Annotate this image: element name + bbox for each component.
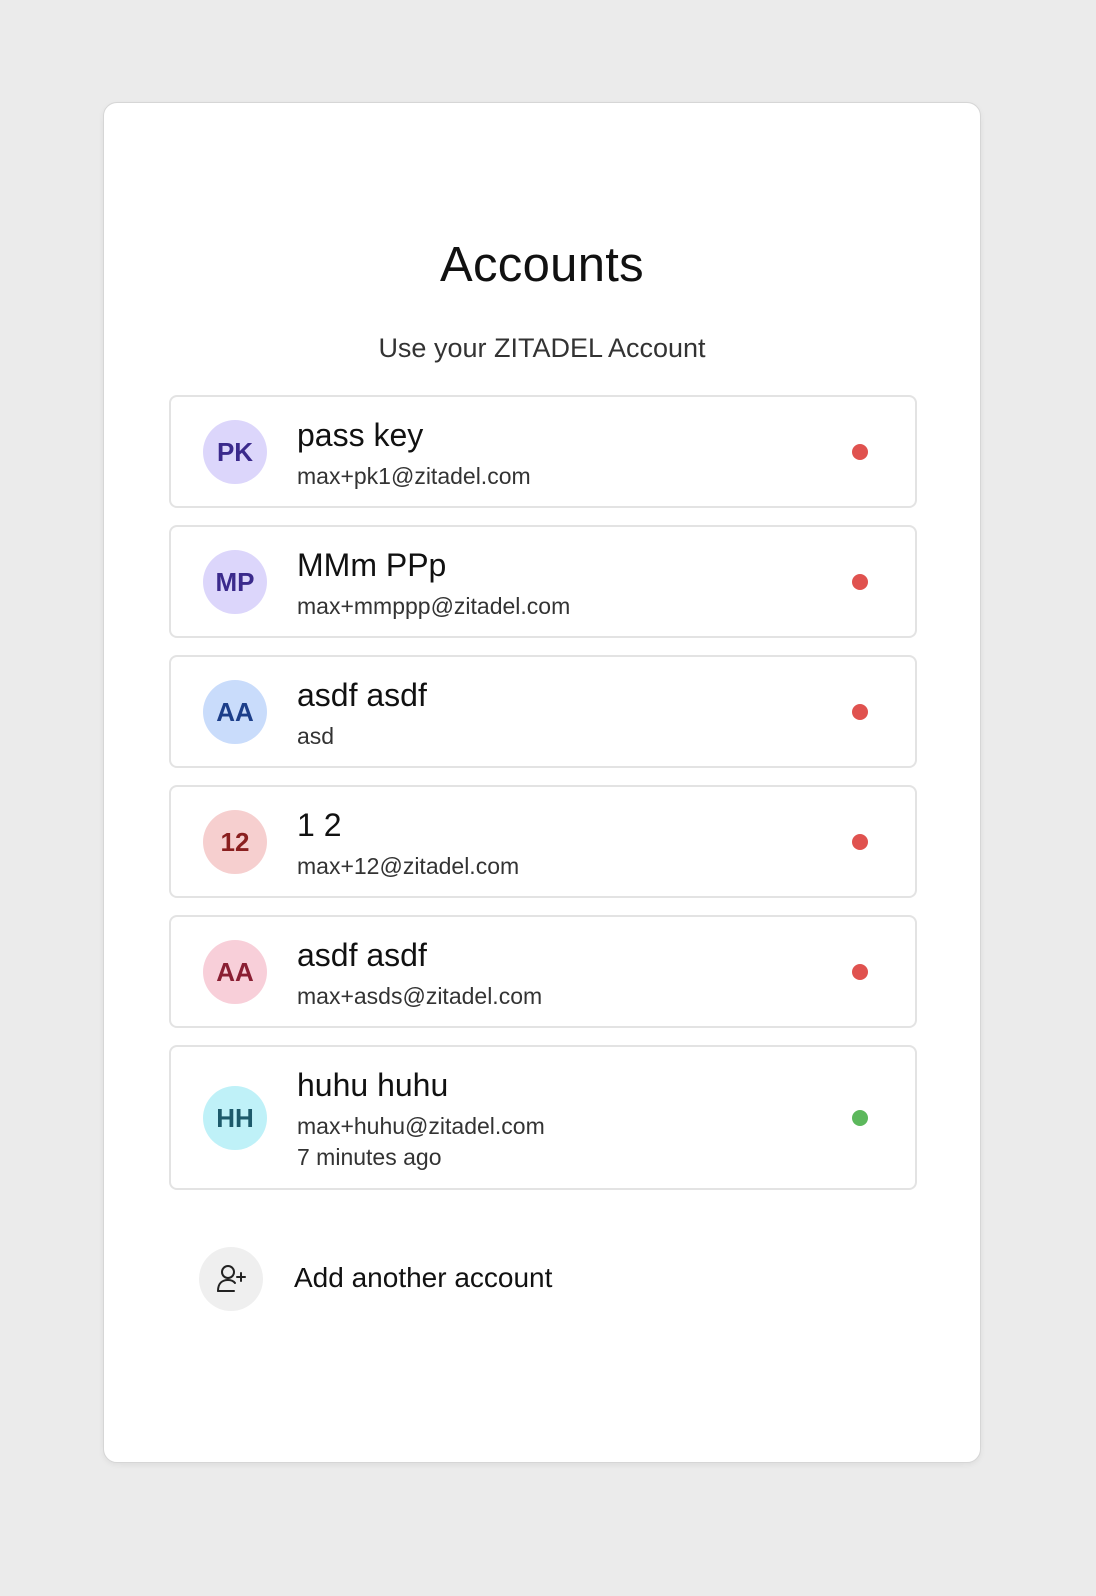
account-item[interactable]: HH huhu huhu max+huhu@zitadel.com 7 minutes… (169, 1045, 917, 1190)
account-email: max+mmppp@zitadel.com (297, 593, 571, 619)
account-item[interactable]: AA asdf asdf asd (169, 655, 917, 768)
account-name: huhu huhu (297, 1067, 449, 1103)
account-avatar: HH (203, 1086, 267, 1150)
session-status-indicator (852, 704, 868, 720)
account-avatar: 12 (203, 810, 267, 874)
account-name: MMm PPp (297, 547, 447, 583)
accounts-card: Accounts Use your ZITADEL Account PK pass… (103, 102, 981, 1463)
account-avatar: AA (203, 680, 267, 744)
page-title: Accounts (440, 238, 644, 292)
add-account-button[interactable]: Add another account (199, 1247, 619, 1311)
session-status-indicator (852, 834, 868, 850)
account-item[interactable]: 12 1 2 max+12@zitadel.com (169, 785, 917, 898)
account-email: max+12@zitadel.com (297, 853, 520, 879)
account-email: max+pk1@zitadel.com (297, 463, 531, 489)
page-subtitle: Use your ZITADEL Account (378, 333, 706, 363)
account-name: pass key (297, 417, 424, 453)
account-name: 1 2 (297, 807, 342, 843)
account-name: asdf asdf (297, 677, 427, 713)
user-plus-icon (199, 1247, 263, 1311)
account-item[interactable]: PK pass key max+pk1@zitadel.com (169, 395, 917, 508)
session-status-indicator (852, 1110, 868, 1126)
add-account-label: Add another account (294, 1262, 553, 1293)
account-avatar: PK (203, 420, 267, 484)
account-avatar: MP (203, 550, 267, 614)
account-name: asdf asdf (297, 937, 427, 973)
account-avatar: AA (203, 940, 267, 1004)
account-email: max+asds@zitadel.com (297, 983, 543, 1009)
session-status-indicator (852, 574, 868, 590)
account-item[interactable]: MP MMm PPp max+mmppp@zitadel.com (169, 525, 917, 638)
session-status-indicator (852, 964, 868, 980)
session-status-indicator (852, 444, 868, 460)
account-last-login: 7 minutes ago (297, 1144, 442, 1170)
account-item[interactable]: AA asdf asdf max+asds@zitadel.com (169, 915, 917, 1028)
account-email: max+huhu@zitadel.com (297, 1113, 545, 1139)
account-email: asd (297, 723, 335, 749)
